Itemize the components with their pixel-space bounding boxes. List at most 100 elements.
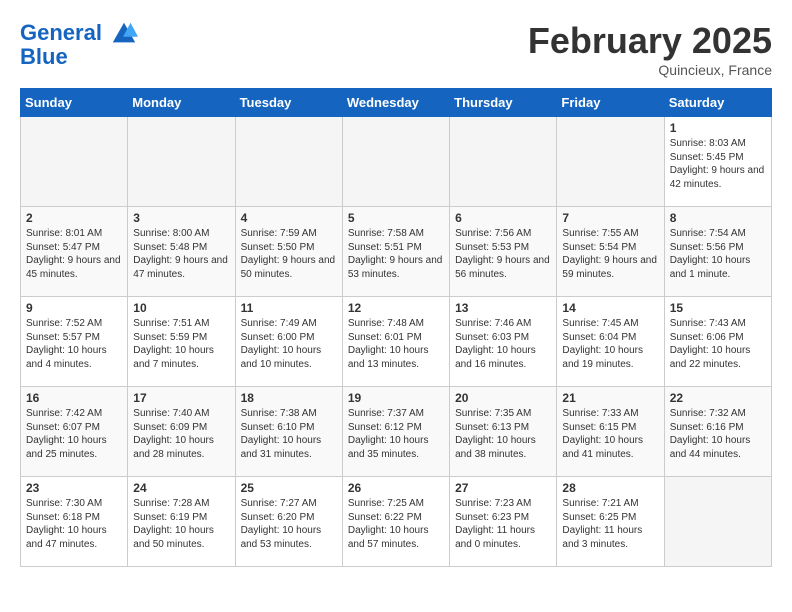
calendar-cell: 17 Sunrise: 7:40 AM Sunset: 6:09 PM Dayli… [128, 387, 235, 477]
calendar-cell: 24 Sunrise: 7:28 AM Sunset: 6:19 PM Dayli… [128, 477, 235, 567]
day-number: 22 [670, 391, 766, 405]
calendar-week-2: 9 Sunrise: 7:52 AM Sunset: 5:57 PM Daylig… [21, 297, 772, 387]
day-number: 11 [241, 301, 337, 315]
calendar-cell: 20 Sunrise: 7:35 AM Sunset: 6:13 PM Dayli… [450, 387, 557, 477]
day-number: 7 [562, 211, 658, 225]
day-number: 3 [133, 211, 229, 225]
calendar-cell [450, 117, 557, 207]
calendar-cell: 25Sunrise: 7:27 AM Sunset: 6:20 PM Dayli… [235, 477, 342, 567]
calendar-cell: 21 Sunrise: 7:33 AM Sunset: 6:15 PM Dayli… [557, 387, 664, 477]
day-info: Sunrise: 7:38 AM Sunset: 6:10 PM Dayligh… [241, 407, 337, 461]
day-number: 5 [348, 211, 444, 225]
calendar-cell: 4Sunrise: 7:59 AM Sunset: 5:50 PM Daylig… [235, 207, 342, 297]
calendar-cell: 12 Sunrise: 7:48 AM Sunset: 6:01 PM Dayli… [342, 297, 449, 387]
day-info: Sunrise: 7:25 AM Sunset: 6:22 PM Dayligh… [348, 497, 444, 551]
day-number: 4 [241, 211, 337, 225]
day-number: 17 [133, 391, 229, 405]
day-number: 24 [133, 481, 229, 495]
logo: General Blue [20, 20, 138, 70]
title-block: February 2025 Quincieux, France [528, 20, 772, 78]
weekday-header-saturday: Saturday [664, 89, 771, 117]
location: Quincieux, France [528, 62, 772, 78]
day-number: 19 [348, 391, 444, 405]
day-info: Sunrise: 7:40 AM Sunset: 6:09 PM Dayligh… [133, 407, 229, 461]
calendar-week-4: 23Sunrise: 7:30 AM Sunset: 6:18 PM Dayli… [21, 477, 772, 567]
weekday-header-sunday: Sunday [21, 89, 128, 117]
calendar-cell: 14 Sunrise: 7:45 AM Sunset: 6:04 PM Dayli… [557, 297, 664, 387]
calendar-header-row: SundayMondayTuesdayWednesdayThursdayFrid… [21, 89, 772, 117]
calendar-cell [342, 117, 449, 207]
weekday-header-wednesday: Wednesday [342, 89, 449, 117]
day-info: Sunrise: 7:51 AM Sunset: 5:59 PM Dayligh… [133, 317, 229, 371]
weekday-header-monday: Monday [128, 89, 235, 117]
day-number: 25 [241, 481, 337, 495]
calendar-cell: 6 Sunrise: 7:56 AM Sunset: 5:53 PM Daylig… [450, 207, 557, 297]
day-number: 13 [455, 301, 551, 315]
day-info: Sunrise: 8:03 AM Sunset: 5:45 PM Dayligh… [670, 137, 766, 191]
day-number: 21 [562, 391, 658, 405]
calendar-table: SundayMondayTuesdayWednesdayThursdayFrid… [20, 88, 772, 567]
calendar-cell: 8 Sunrise: 7:54 AM Sunset: 5:56 PM Daylig… [664, 207, 771, 297]
day-info: Sunrise: 7:35 AM Sunset: 6:13 PM Dayligh… [455, 407, 551, 461]
day-info: Sunrise: 7:32 AM Sunset: 6:16 PM Dayligh… [670, 407, 766, 461]
day-info: Sunrise: 7:43 AM Sunset: 6:06 PM Dayligh… [670, 317, 766, 371]
calendar-cell: 18 Sunrise: 7:38 AM Sunset: 6:10 PM Dayli… [235, 387, 342, 477]
page-header: General Blue February 2025 Quincieux, Fr… [20, 20, 772, 78]
day-info: Sunrise: 7:58 AM Sunset: 5:51 PM Dayligh… [348, 227, 444, 281]
calendar-cell: 5 Sunrise: 7:58 AM Sunset: 5:51 PM Daylig… [342, 207, 449, 297]
calendar-cell: 3Sunrise: 8:00 AM Sunset: 5:48 PM Daylig… [128, 207, 235, 297]
calendar-cell: 11 Sunrise: 7:49 AM Sunset: 6:00 PM Dayli… [235, 297, 342, 387]
calendar-cell [235, 117, 342, 207]
day-number: 1 [670, 121, 766, 135]
day-info: Sunrise: 7:52 AM Sunset: 5:57 PM Dayligh… [26, 317, 122, 371]
day-info: Sunrise: 7:49 AM Sunset: 6:00 PM Dayligh… [241, 317, 337, 371]
day-info: Sunrise: 7:56 AM Sunset: 5:53 PM Dayligh… [455, 227, 551, 281]
calendar-cell [21, 117, 128, 207]
day-number: 26 [348, 481, 444, 495]
day-info: Sunrise: 7:55 AM Sunset: 5:54 PM Dayligh… [562, 227, 658, 281]
day-number: 16 [26, 391, 122, 405]
day-info: Sunrise: 7:42 AM Sunset: 6:07 PM Dayligh… [26, 407, 122, 461]
day-info: Sunrise: 7:45 AM Sunset: 6:04 PM Dayligh… [562, 317, 658, 371]
calendar-cell: 1 Sunrise: 8:03 AM Sunset: 5:45 PM Daylig… [664, 117, 771, 207]
day-number: 28 [562, 481, 658, 495]
day-info: Sunrise: 7:37 AM Sunset: 6:12 PM Dayligh… [348, 407, 444, 461]
day-info: Sunrise: 7:48 AM Sunset: 6:01 PM Dayligh… [348, 317, 444, 371]
month-title: February 2025 [528, 20, 772, 62]
weekday-header-thursday: Thursday [450, 89, 557, 117]
weekday-header-tuesday: Tuesday [235, 89, 342, 117]
day-number: 12 [348, 301, 444, 315]
calendar-cell: 15 Sunrise: 7:43 AM Sunset: 6:06 PM Dayli… [664, 297, 771, 387]
day-number: 8 [670, 211, 766, 225]
day-info: Sunrise: 7:21 AM Sunset: 6:25 PM Dayligh… [562, 497, 658, 551]
calendar-cell [557, 117, 664, 207]
calendar-body: 1 Sunrise: 8:03 AM Sunset: 5:45 PM Daylig… [21, 117, 772, 567]
day-number: 15 [670, 301, 766, 315]
calendar-cell: 13 Sunrise: 7:46 AM Sunset: 6:03 PM Dayli… [450, 297, 557, 387]
day-info: Sunrise: 7:46 AM Sunset: 6:03 PM Dayligh… [455, 317, 551, 371]
calendar-cell: 2Sunrise: 8:01 AM Sunset: 5:47 PM Daylig… [21, 207, 128, 297]
calendar-week-0: 1 Sunrise: 8:03 AM Sunset: 5:45 PM Daylig… [21, 117, 772, 207]
day-info: Sunrise: 7:30 AM Sunset: 6:18 PM Dayligh… [26, 497, 122, 551]
calendar-cell: 16 Sunrise: 7:42 AM Sunset: 6:07 PM Dayli… [21, 387, 128, 477]
calendar-week-3: 16 Sunrise: 7:42 AM Sunset: 6:07 PM Dayli… [21, 387, 772, 477]
calendar-cell: 22 Sunrise: 7:32 AM Sunset: 6:16 PM Dayli… [664, 387, 771, 477]
day-info: Sunrise: 7:54 AM Sunset: 5:56 PM Dayligh… [670, 227, 766, 281]
day-number: 6 [455, 211, 551, 225]
calendar-cell: 19 Sunrise: 7:37 AM Sunset: 6:12 PM Dayli… [342, 387, 449, 477]
calendar-cell: 28 Sunrise: 7:21 AM Sunset: 6:25 PM Dayli… [557, 477, 664, 567]
calendar-cell: 23Sunrise: 7:30 AM Sunset: 6:18 PM Dayli… [21, 477, 128, 567]
day-number: 14 [562, 301, 658, 315]
day-number: 27 [455, 481, 551, 495]
calendar-cell: 27 Sunrise: 7:23 AM Sunset: 6:23 PM Dayli… [450, 477, 557, 567]
calendar-cell: 26 Sunrise: 7:25 AM Sunset: 6:22 PM Dayli… [342, 477, 449, 567]
day-info: Sunrise: 7:28 AM Sunset: 6:19 PM Dayligh… [133, 497, 229, 551]
day-number: 20 [455, 391, 551, 405]
day-number: 9 [26, 301, 122, 315]
day-info: Sunrise: 8:01 AM Sunset: 5:47 PM Dayligh… [26, 227, 122, 281]
day-number: 18 [241, 391, 337, 405]
calendar-cell: 9 Sunrise: 7:52 AM Sunset: 5:57 PM Daylig… [21, 297, 128, 387]
day-info: Sunrise: 7:33 AM Sunset: 6:15 PM Dayligh… [562, 407, 658, 461]
day-info: Sunrise: 7:23 AM Sunset: 6:23 PM Dayligh… [455, 497, 551, 551]
calendar-cell: 7 Sunrise: 7:55 AM Sunset: 5:54 PM Daylig… [557, 207, 664, 297]
